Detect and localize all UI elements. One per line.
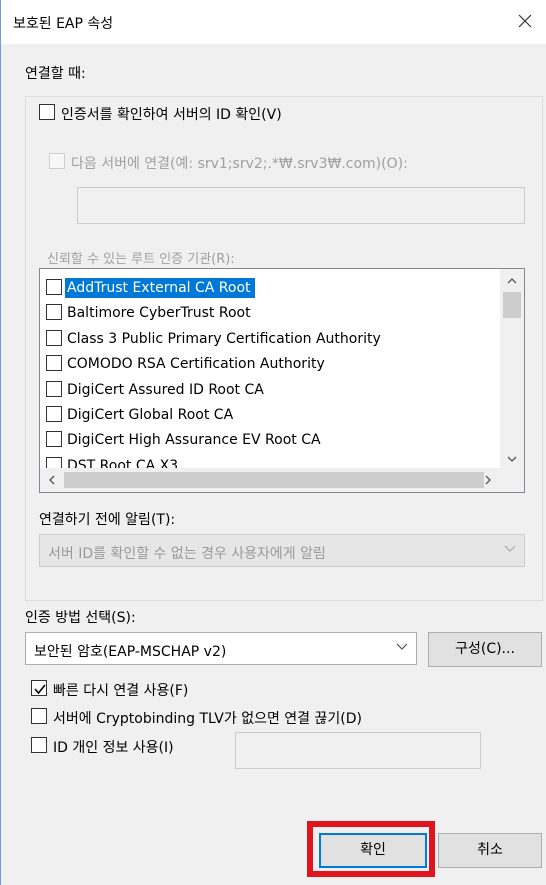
verify-cert-option[interactable]: 인증서를 확인하여 서버의 ID 확인(V): [35, 100, 335, 124]
auth-method-select[interactable]: 보안된 암호(EAP-MSCHAP v2): [25, 632, 417, 665]
list-item-label: AddTrust External CA Root: [65, 278, 255, 298]
notify-select-value: 서버 ID를 확인할 수 없는 경우 사용자에게 알림: [48, 546, 326, 562]
checkmark-icon: [34, 684, 46, 695]
window-title: 보호된 EAP 속성: [13, 16, 114, 32]
trusted-ca-label: 신뢰할 수 있는 루트 인증 기관(R):: [47, 252, 235, 267]
identity-privacy-checkbox[interactable]: [31, 737, 47, 753]
list-item[interactable]: Baltimore CyberTrust Root: [40, 300, 500, 325]
configure-button[interactable]: 구성(C)...: [428, 632, 542, 667]
list-item-label: DigiCert Assured ID Root CA: [67, 382, 264, 398]
trusted-ca-list[interactable]: AddTrust External CA Root Baltimore Cybe…: [39, 268, 525, 493]
title-bar: 보호된 EAP 속성: [1, 0, 546, 44]
scroll-left-icon[interactable]: [48, 475, 56, 485]
list-item-checkbox[interactable]: [46, 381, 62, 397]
scroll-down-icon[interactable]: [507, 455, 517, 463]
list-item[interactable]: AddTrust External CA Root: [40, 275, 500, 300]
chevron-down-icon: [504, 545, 516, 552]
list-item[interactable]: Class 3 Public Primary Certification Aut…: [40, 326, 500, 351]
list-item[interactable]: DigiCert Assured ID Root CA: [40, 377, 500, 402]
list-item-checkbox[interactable]: [46, 431, 62, 447]
notify-select: 서버 ID를 확인할 수 없는 경우 사용자에게 알림: [39, 534, 525, 567]
list-item-checkbox[interactable]: [46, 330, 62, 346]
connect-heading: 연결할 때:: [25, 66, 86, 82]
list-item-checkbox[interactable]: [46, 355, 62, 371]
list-item-checkbox[interactable]: [46, 304, 62, 320]
cryptobinding-checkbox[interactable]: [31, 708, 47, 724]
connect-servers-label: 다음 서버에 연결(예: srv1;srv2;.*₩.srv3₩.com)(O)…: [71, 156, 408, 172]
identity-privacy-label: ID 개인 정보 사용(I): [53, 740, 174, 756]
fast-reconnect-checkbox[interactable]: [31, 680, 47, 696]
scroll-up-icon[interactable]: [507, 277, 517, 285]
list-item-label: Baltimore CyberTrust Root: [67, 305, 251, 321]
list-item-label: DigiCert Global Root CA: [67, 407, 234, 423]
cryptobinding-label: 서버에 Cryptobinding TLV가 없으면 연결 끊기(D): [53, 711, 362, 727]
peap-properties-dialog: 보호된 EAP 속성 연결할 때: 인증서를 확인하여 서버의 ID 확인(V)…: [0, 0, 546, 885]
horizontal-scroll-thumb[interactable]: [64, 472, 484, 488]
close-icon[interactable]: [511, 7, 539, 35]
list-item-label: COMODO RSA Certification Authority: [67, 356, 325, 372]
list-item-checkbox[interactable]: [46, 406, 62, 422]
verify-cert-label: 인증서를 확인하여 서버의 ID 확인(V): [61, 107, 282, 123]
list-item-label: DigiCert High Assurance EV Root CA: [67, 432, 321, 448]
chevron-down-icon[interactable]: [396, 643, 408, 651]
auth-method-value: 보안된 암호(EAP-MSCHAP v2): [34, 644, 227, 660]
ok-button-highlight: [307, 821, 435, 877]
servers-input: [77, 187, 525, 224]
horizontal-scrollbar[interactable]: [40, 468, 524, 492]
auth-method-label: 인증 방법 선택(S):: [25, 610, 136, 626]
connect-servers-checkbox: [49, 153, 65, 169]
list-item[interactable]: DigiCert Global Root CA: [40, 402, 500, 427]
notify-label: 연결하기 전에 알림(T):: [39, 512, 176, 528]
list-item[interactable]: COMODO RSA Certification Authority: [40, 351, 500, 376]
scroll-right-icon[interactable]: [484, 475, 492, 485]
verify-cert-checkbox[interactable]: [39, 104, 55, 120]
cancel-button[interactable]: 취소: [438, 833, 542, 868]
fast-reconnect-label: 빠른 다시 연결 사용(F): [53, 683, 189, 699]
list-item-checkbox[interactable]: [46, 279, 62, 295]
list-item-label: Class 3 Public Primary Certification Aut…: [67, 331, 381, 347]
identity-input: [235, 732, 481, 769]
vertical-scroll-thumb[interactable]: [503, 292, 521, 318]
list-item[interactable]: DigiCert High Assurance EV Root CA: [40, 427, 500, 452]
vertical-scrollbar[interactable]: [500, 269, 524, 469]
scroll-corner: [500, 468, 524, 492]
